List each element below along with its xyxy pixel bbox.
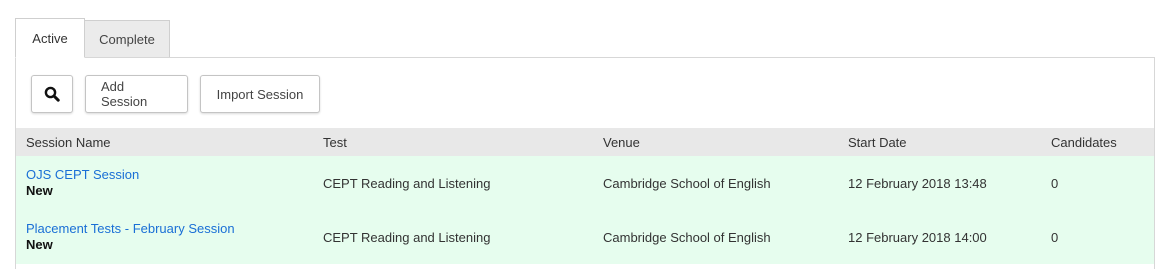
session-tabs: Active Complete xyxy=(15,18,170,58)
header-test: Test xyxy=(323,135,347,150)
session-candidates: 0 xyxy=(1051,176,1059,191)
session-name-cell: OJS CEPT Session New xyxy=(26,167,139,199)
sessions-panel: Add Session Import Session Session Name … xyxy=(15,57,1155,269)
tab-active[interactable]: Active xyxy=(15,18,85,58)
header-session-name: Session Name xyxy=(26,135,111,150)
table-row[interactable]: Placement Tests - February Session New C… xyxy=(16,210,1154,264)
session-candidates: 0 xyxy=(1051,230,1059,245)
add-session-button[interactable]: Add Session xyxy=(85,75,188,113)
session-start-date: 12 February 2018 13:48 xyxy=(848,176,987,191)
toolbar: Add Session Import Session xyxy=(31,75,320,113)
session-start-date: 12 February 2018 14:00 xyxy=(848,230,987,245)
session-name-link[interactable]: Placement Tests - February Session xyxy=(26,221,235,237)
table-header: Session Name Test Venue Start Date Candi… xyxy=(16,128,1154,156)
header-candidates: Candidates xyxy=(1051,135,1117,150)
session-venue: Cambridge School of English xyxy=(603,176,771,191)
import-session-button[interactable]: Import Session xyxy=(200,75,320,113)
session-test: CEPT Reading and Listening xyxy=(323,176,491,191)
session-name-link[interactable]: OJS CEPT Session xyxy=(26,167,139,183)
header-start-date: Start Date xyxy=(848,135,907,150)
session-name-cell: Placement Tests - February Session New xyxy=(26,221,235,253)
session-venue: Cambridge School of English xyxy=(603,230,771,245)
table-row[interactable]: OJS CEPT Session New CEPT Reading and Li… xyxy=(16,156,1154,210)
session-status: New xyxy=(26,183,53,198)
search-button[interactable] xyxy=(31,75,73,113)
session-status: New xyxy=(26,237,53,252)
header-venue: Venue xyxy=(603,135,640,150)
search-icon xyxy=(44,86,60,102)
session-test: CEPT Reading and Listening xyxy=(323,230,491,245)
tab-complete[interactable]: Complete xyxy=(85,20,170,58)
